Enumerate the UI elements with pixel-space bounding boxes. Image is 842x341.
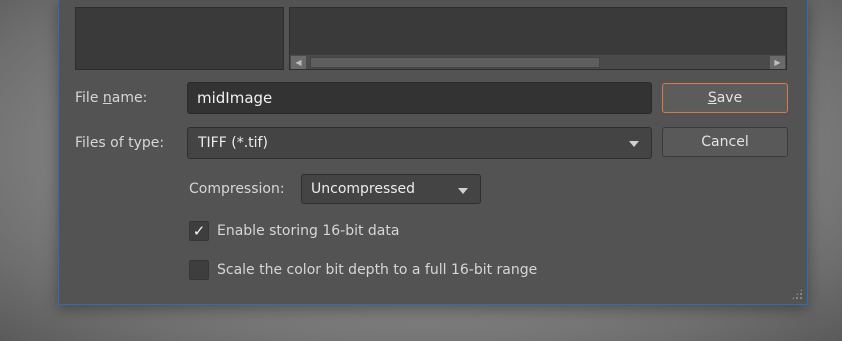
cancel-button[interactable]: Cancel — [662, 127, 788, 157]
files-of-type-label: Files of type: — [75, 135, 165, 151]
scroll-left-arrow-icon[interactable]: ◀ — [291, 56, 306, 69]
enable-16bit-checkbox[interactable]: ✓ — [189, 221, 209, 241]
compression-dropdown[interactable]: Uncompressed — [301, 174, 481, 204]
compression-label: Compression: — [189, 181, 285, 197]
resize-grip-icon[interactable] — [791, 288, 803, 300]
horizontal-scrollbar[interactable]: ◀ ▶ — [290, 54, 786, 69]
scrollbar-thumb[interactable] — [310, 57, 600, 68]
scroll-right-arrow-icon[interactable]: ▶ — [770, 56, 785, 69]
folder-tree-pane[interactable] — [75, 7, 284, 70]
file-type-selected: TIFF (*.tif) — [198, 135, 268, 151]
checkmark-icon: ✓ — [192, 222, 206, 240]
chevron-down-icon — [458, 188, 468, 194]
enable-16bit-label: Enable storing 16-bit data — [217, 223, 400, 239]
save-dialog: ◀ ▶ File name: midImage Save Files of ty… — [58, 0, 808, 305]
compression-selected: Uncompressed — [311, 181, 416, 197]
chevron-down-icon — [629, 141, 639, 147]
save-button[interactable]: Save — [662, 83, 788, 113]
file-name-label: File name: — [75, 90, 148, 106]
scale-depth-checkbox[interactable] — [189, 260, 209, 280]
file-name-input[interactable]: midImage — [187, 82, 652, 114]
file-list-pane[interactable]: ◀ ▶ — [289, 7, 787, 70]
scale-depth-label: Scale the color bit depth to a full 16-b… — [217, 262, 538, 278]
file-type-dropdown[interactable]: TIFF (*.tif) — [187, 127, 652, 159]
